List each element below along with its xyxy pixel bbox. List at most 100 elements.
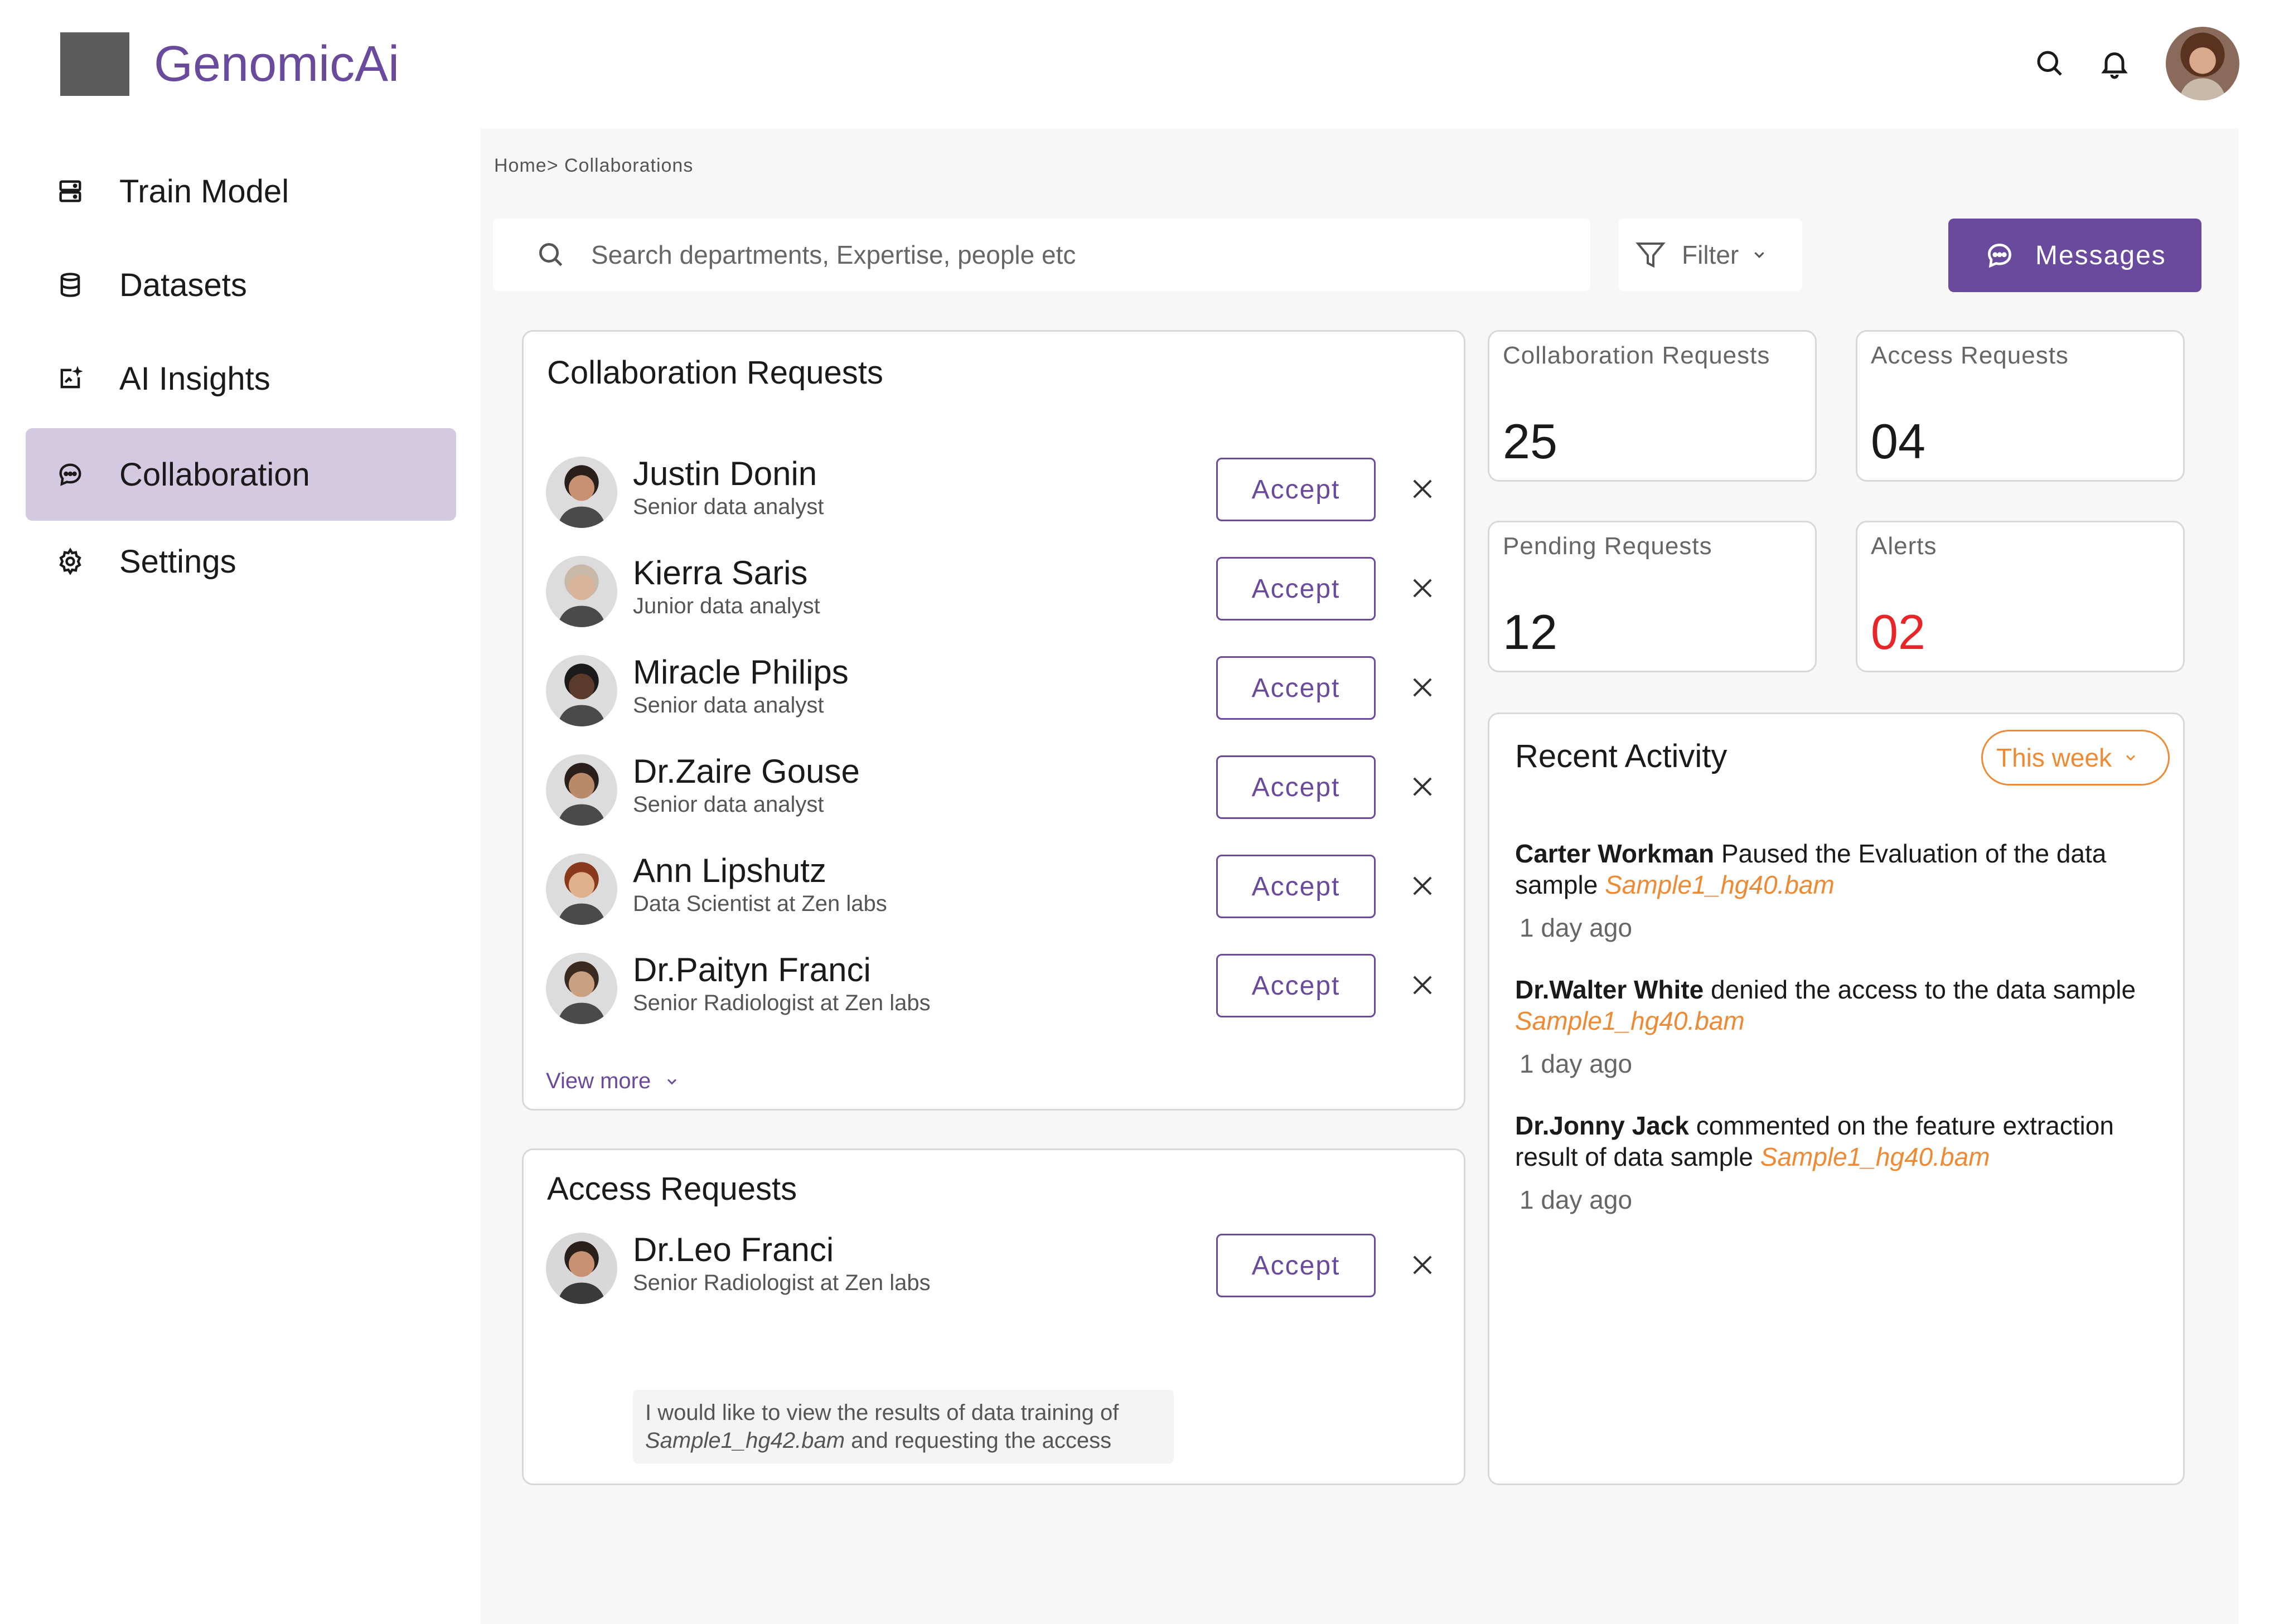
- accept-button[interactable]: Accept: [1216, 855, 1376, 918]
- close-icon[interactable]: [1408, 574, 1437, 603]
- requester-name: Ann Lipshutz: [633, 852, 826, 889]
- activity-file-link[interactable]: Sample1_hg40.bam: [1515, 1006, 1745, 1035]
- search-placeholder: Search departments, Expertise, people et…: [591, 240, 1076, 269]
- filter-label: Filter: [1682, 240, 1739, 269]
- brand-name: GenomicAi: [154, 36, 400, 92]
- requester-role: Data Scientist at Zen labs: [633, 891, 887, 916]
- activity-file-link[interactable]: Sample1_hg40.bam: [1605, 870, 1835, 899]
- requester-name: Miracle Philips: [633, 653, 849, 691]
- sidebar-item-ai-insights[interactable]: AI Insights: [26, 332, 456, 425]
- card-title: Collaboration Requests: [547, 355, 883, 391]
- close-icon[interactable]: [1408, 871, 1437, 900]
- avatar: [546, 953, 617, 1024]
- sidebar-item-settings[interactable]: Settings: [26, 515, 456, 608]
- close-icon[interactable]: [1408, 474, 1437, 503]
- activity-time: 1 day ago: [1520, 1185, 1633, 1214]
- stat-value: 12: [1503, 604, 1557, 660]
- stat-value: 25: [1503, 414, 1557, 469]
- main-content: Home> Collaborations Search departments,…: [481, 128, 2238, 1624]
- close-icon[interactable]: [1408, 772, 1437, 801]
- funnel-icon: [1635, 243, 1666, 268]
- access-request-row: Dr.Leo Franci Senior Radiologist at Zen …: [524, 1228, 1464, 1463]
- sidebar-item-train-model[interactable]: Train Model: [26, 145, 456, 237]
- stat-label: Alerts: [1871, 532, 1937, 560]
- time-range-dropdown[interactable]: This week: [1981, 730, 2170, 786]
- view-more-label: View more: [546, 1069, 651, 1093]
- note-text-rest: and requesting the access: [845, 1428, 1112, 1453]
- messages-button[interactable]: Messages: [1948, 219, 2201, 292]
- accept-button[interactable]: Accept: [1216, 755, 1376, 819]
- accept-button[interactable]: Accept: [1216, 656, 1376, 720]
- requester-role: Senior data analyst: [633, 792, 824, 817]
- activity-time: 1 day ago: [1520, 1049, 1633, 1078]
- sidebar-item-label: Settings: [119, 543, 236, 580]
- logo-mark: [60, 32, 129, 96]
- card-title: Access Requests: [547, 1171, 797, 1207]
- accept-button[interactable]: Accept: [1216, 458, 1376, 521]
- requester-name: Justin Donin: [633, 455, 817, 492]
- card-title: Recent Activity: [1515, 738, 1727, 774]
- avatar: [546, 556, 617, 627]
- requester-name: Kierra Saris: [633, 554, 808, 592]
- collab-request-row: Miracle Philips Senior data analyst Accept: [524, 651, 1464, 729]
- messages-label: Messages: [2035, 240, 2166, 270]
- search-icon: [539, 243, 563, 266]
- activity-item: Dr.Walter White denied the access to the…: [1515, 974, 2173, 1036]
- accept-button[interactable]: Accept: [1216, 1234, 1376, 1297]
- accept-button[interactable]: Accept: [1216, 954, 1376, 1017]
- collab-request-row: Dr.Zaire Gouse Senior data analyst Accept: [524, 750, 1464, 828]
- avatar: [546, 854, 617, 925]
- breadcrumb: Home> Collaborations: [494, 155, 694, 176]
- stat-label: Collaboration Requests: [1503, 342, 1770, 369]
- note-file: Sample1_hg42.bam: [645, 1428, 845, 1453]
- search-icon[interactable]: [2033, 47, 2067, 80]
- stat-value: 02: [1871, 604, 1925, 660]
- collaboration-requests-card: Collaboration Requests Justin Donin Senio…: [522, 330, 1465, 1111]
- database-icon: [54, 268, 87, 302]
- access-requests-card: Access Requests Dr.Leo Franci Senior Rad…: [522, 1148, 1465, 1485]
- requester-name: Dr.Paityn Franci: [633, 951, 871, 988]
- sidebar-item-label: Collaboration: [119, 456, 310, 493]
- activity-item: Dr.Jonny Jack commented on the feature e…: [1515, 1110, 2173, 1172]
- chat-icon: [54, 458, 87, 491]
- stat-label: Pending Requests: [1503, 532, 1712, 560]
- bell-icon[interactable]: [2098, 47, 2131, 80]
- activity-item: Carter Workman Paused the Evaluation of …: [1515, 838, 2173, 900]
- insights-icon: [54, 362, 87, 395]
- collab-request-row: Kierra Saris Junior data analyst Accept: [524, 551, 1464, 629]
- chevron-down-icon: [1754, 252, 1764, 258]
- view-more-link[interactable]: View more: [546, 1069, 680, 1094]
- close-icon[interactable]: [1408, 673, 1437, 702]
- activity-actor: Dr.Jonny Jack: [1515, 1111, 1689, 1140]
- requester-role: Senior data analyst: [633, 693, 824, 718]
- avatar: [546, 655, 617, 726]
- requester-role: Senior Radiologist at Zen labs: [633, 1271, 931, 1295]
- chevron-down-icon: [2126, 755, 2136, 761]
- accept-button[interactable]: Accept: [1216, 557, 1376, 620]
- activity-text: denied the access to the data sample: [1704, 975, 2136, 1004]
- server-icon: [54, 174, 87, 208]
- requester-role: Senior Radiologist at Zen labs: [633, 991, 931, 1015]
- requester-name: Dr.Leo Franci: [633, 1231, 834, 1268]
- requester-role: Junior data analyst: [633, 594, 820, 618]
- filter-button[interactable]: Filter: [1618, 219, 1802, 291]
- note-text: I would like to view the results of data…: [645, 1400, 1119, 1425]
- stat-label: Access Requests: [1871, 342, 2069, 369]
- user-avatar[interactable]: [2166, 27, 2239, 100]
- collab-request-row: Ann Lipshutz Data Scientist at Zen labs Ac…: [524, 849, 1464, 927]
- search-input[interactable]: Search departments, Expertise, people et…: [493, 219, 1590, 291]
- sidebar-item-datasets[interactable]: Datasets: [26, 239, 456, 331]
- collab-request-row: Dr.Paityn Franci Senior Radiologist at Ze…: [524, 948, 1464, 1026]
- sidebar-item-collaboration[interactable]: Collaboration: [26, 428, 456, 521]
- stat-card-pending-requests: Pending Requests 12: [1488, 521, 1817, 672]
- time-range-label: This week: [1996, 743, 2112, 772]
- requester-name: Dr.Zaire Gouse: [633, 753, 860, 790]
- activity-file-link[interactable]: Sample1_hg40.bam: [1760, 1142, 1990, 1171]
- chevron-down-icon: [667, 1078, 677, 1085]
- sidebar-item-label: Train Model: [119, 173, 289, 210]
- requester-role: Senior data analyst: [633, 495, 824, 519]
- close-icon[interactable]: [1408, 971, 1437, 1000]
- activity-actor: Carter Workman: [1515, 839, 1715, 868]
- activity-actor: Dr.Walter White: [1515, 975, 1704, 1004]
- close-icon[interactable]: [1408, 1250, 1437, 1279]
